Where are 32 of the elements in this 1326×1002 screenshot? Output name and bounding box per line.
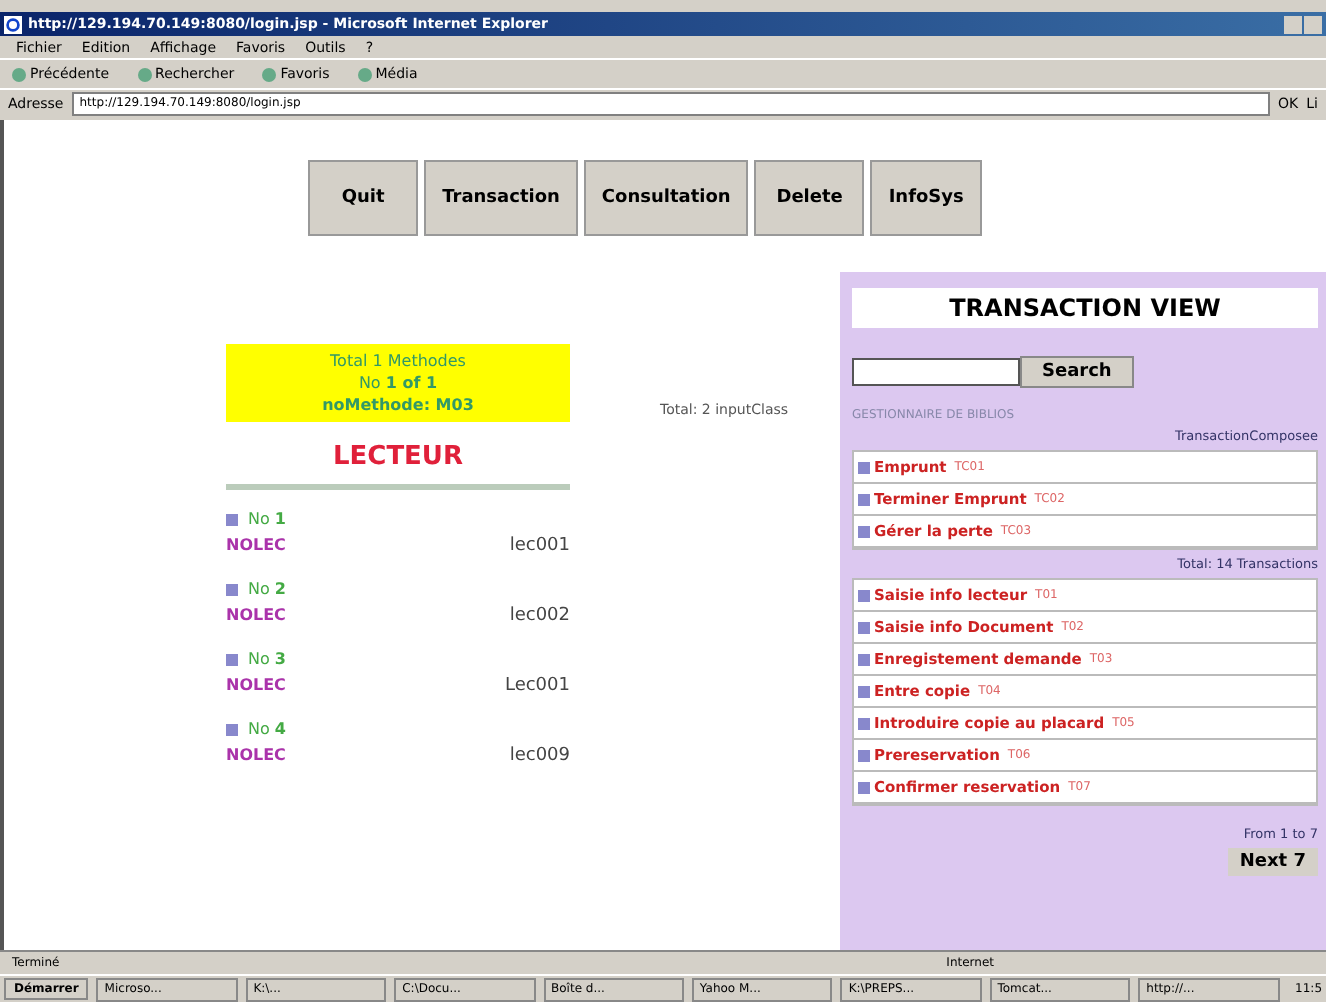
reader-id: lec009 [509, 746, 570, 766]
nav-button[interactable]: Consultation [583, 160, 749, 236]
close-button[interactable] [1304, 15, 1322, 33]
reader-id: lec002 [509, 606, 570, 626]
search-field[interactable] [852, 358, 1020, 386]
nav-button[interactable]: InfoSys [870, 160, 982, 236]
section-title: LECTEUR [330, 442, 466, 472]
search-button[interactable]: Search [1020, 356, 1134, 388]
reader-number: No 3 [248, 650, 286, 668]
field-label: NOLEC [226, 746, 286, 766]
nav-button[interactable]: Quit [308, 160, 419, 236]
nav-button[interactable]: Transaction [424, 160, 578, 236]
method-total: Total 1 Methodes [328, 350, 468, 372]
nav-button[interactable]: Delete [754, 160, 865, 236]
field-label: NOLEC [226, 676, 286, 696]
reader-number: No 2 [248, 580, 286, 598]
reader-number: No 1 [248, 510, 286, 528]
reader-id: Lec001 [504, 676, 570, 696]
bullet-icon [226, 653, 238, 665]
next-button[interactable]: Next 7 [1227, 848, 1318, 876]
field-label: NOLEC [226, 606, 286, 626]
method-id: noMethode: M03 [320, 394, 476, 416]
panel-title: TRANSACTION VIEW [852, 288, 1318, 328]
minimize-button[interactable] [1284, 15, 1302, 33]
bullet-icon [226, 723, 238, 735]
bullet-icon [226, 513, 238, 525]
ie-icon [4, 15, 22, 33]
reader-id: lec001 [509, 536, 570, 556]
method-number: No 1 of 1 [356, 372, 440, 394]
field-label: NOLEC [226, 536, 286, 556]
bullet-icon [226, 583, 238, 595]
reader-number: No 4 [248, 720, 286, 738]
